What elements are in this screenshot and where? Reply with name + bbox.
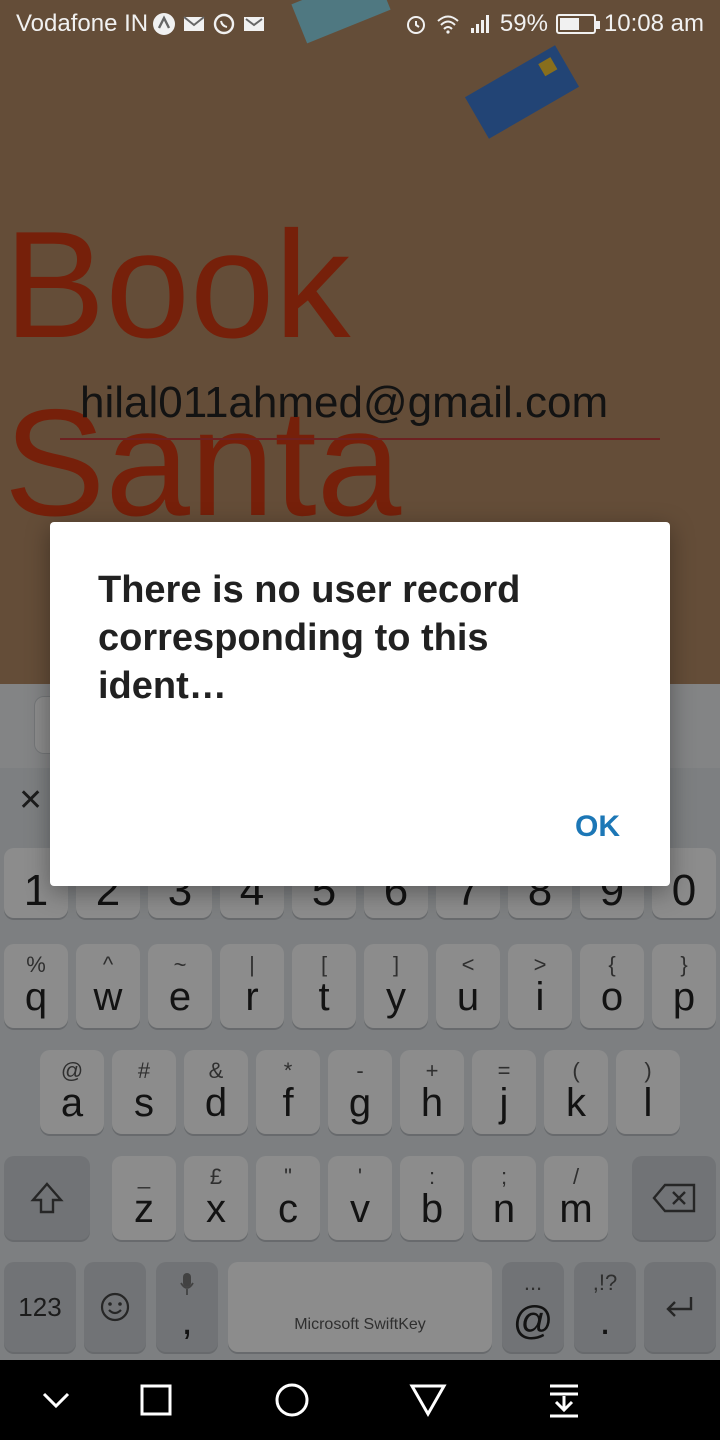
hide-keyboard-icon[interactable] <box>34 1378 78 1422</box>
app-notification-icon <box>153 13 175 35</box>
status-bar: Vodafone IN 59% 10:08 am <box>0 0 720 50</box>
recents-icon[interactable] <box>134 1378 178 1422</box>
whatsapp-icon <box>213 13 235 35</box>
clock: 10:08 am <box>603 10 704 37</box>
battery-level-fill <box>559 18 579 30</box>
alarm-icon <box>406 16 425 34</box>
signal-icon <box>470 15 489 33</box>
dialog-message: There is no user record corresponding to… <box>98 569 521 707</box>
system-status-icons: 59% 10:08 am <box>404 10 704 38</box>
ok-button[interactable]: OK <box>575 810 620 844</box>
mail-icon <box>244 17 264 31</box>
wifi-icon <box>437 15 459 34</box>
back-icon[interactable] <box>406 1378 450 1422</box>
error-dialog: There is no user record corresponding to… <box>50 522 670 886</box>
navigation-bar <box>0 1360 720 1440</box>
gmail-icon <box>183 16 205 31</box>
battery-percent: 59% <box>499 10 548 37</box>
notification-pull-icon[interactable] <box>542 1378 586 1422</box>
battery-icon <box>555 14 600 34</box>
home-icon[interactable] <box>270 1378 314 1422</box>
notification-icons <box>152 12 266 36</box>
carrier-name: Vodafone IN <box>16 10 149 37</box>
